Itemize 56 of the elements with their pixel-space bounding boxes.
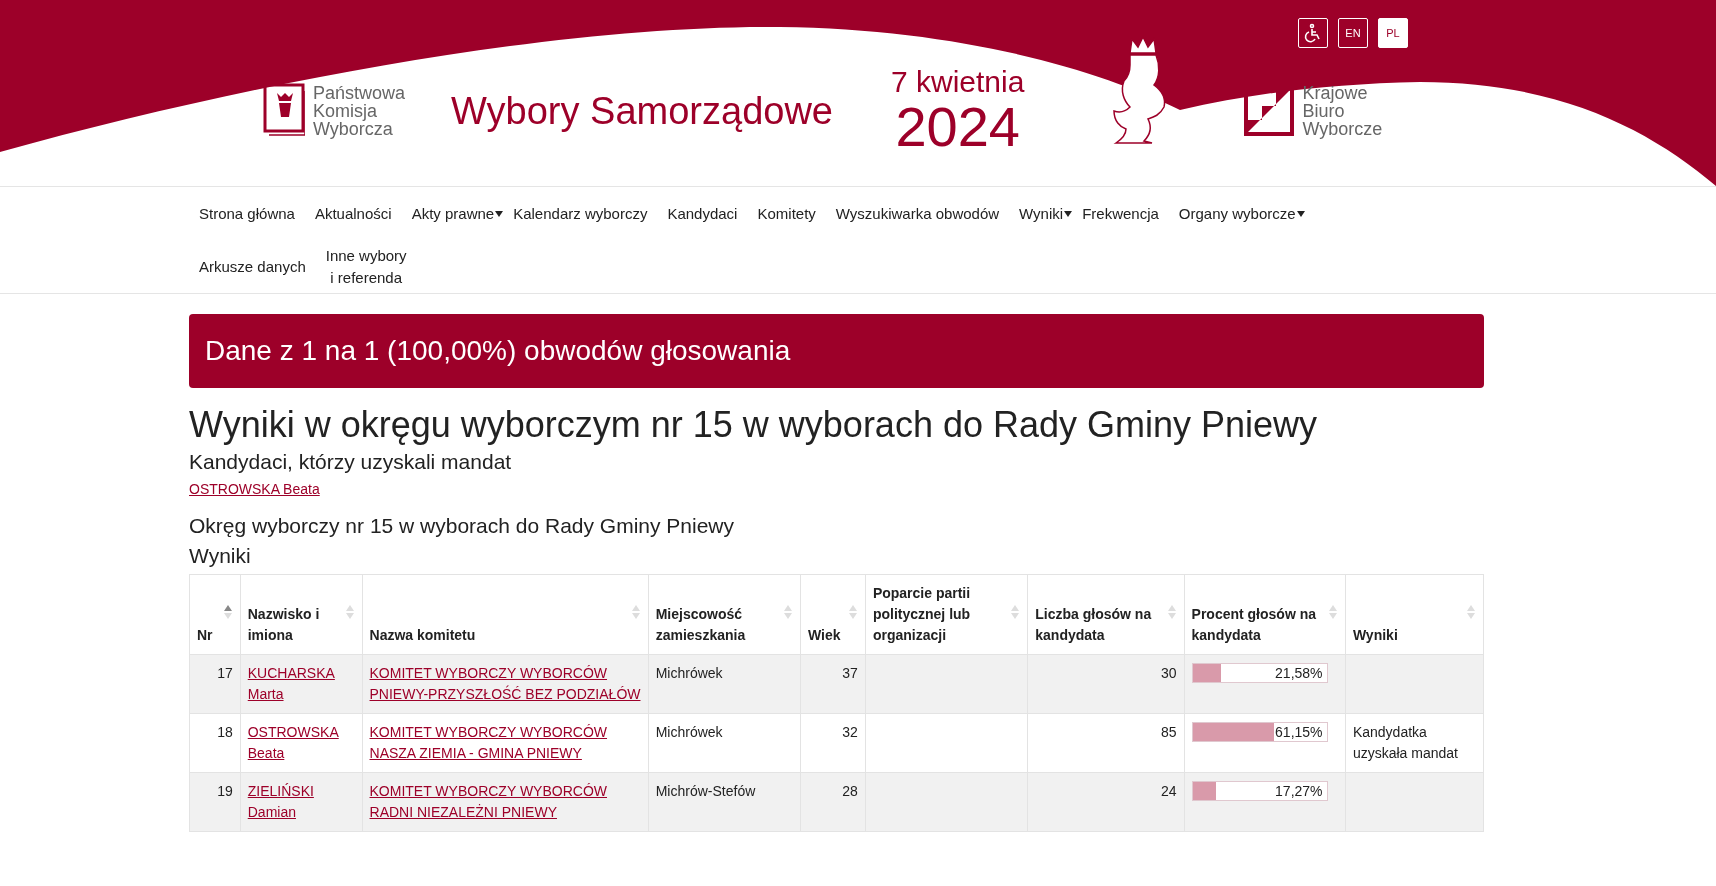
section-heading: Wyniki xyxy=(189,544,252,568)
column-header[interactable]: Procent głosów na kandydata xyxy=(1184,574,1346,655)
caret-icon xyxy=(495,210,504,217)
accessibility-button[interactable] xyxy=(1298,18,1328,48)
column-header[interactable]: Wiek xyxy=(800,574,866,655)
nav-link[interactable]: Wyniki xyxy=(1009,187,1073,240)
language-button[interactable]: EN xyxy=(1338,18,1368,48)
column-header[interactable]: Nazwisko i imiona xyxy=(240,574,362,655)
nav-link[interactable]: Arkusze danych xyxy=(189,240,316,293)
table-cell: 28 xyxy=(842,783,858,799)
table-cell: 19 xyxy=(217,783,233,799)
table-cell: Kandydatka uzyskała mandat xyxy=(1352,724,1458,761)
logo-text: Krajowe Biuro Wyborcze xyxy=(1302,84,1383,138)
section-heading: Okręg wyborczy nr 15 w wyborach do Rady Gminy Pniewy xyxy=(189,514,736,538)
table-cell: Michrówek xyxy=(655,665,723,681)
election-date: 7 kwietnia xyxy=(891,66,1025,98)
nav-link[interactable]: Kandydaci xyxy=(657,187,748,240)
page-title: Wybory Samorządowe xyxy=(451,89,833,133)
table-cell: 18 xyxy=(217,724,233,740)
nav-link[interactable]: Wyszukiwarka obwodów xyxy=(825,187,1010,240)
table-cell: 32 xyxy=(842,724,858,740)
table-cell: 30 xyxy=(1160,665,1177,681)
column-header[interactable]: Nr xyxy=(189,574,241,655)
results-banner: Dane z 1 na 1 (100,00%) obwodów głosowania xyxy=(189,314,1484,388)
nav-link[interactable]: Organy wyborcze xyxy=(1168,187,1305,240)
column-header[interactable]: Miejscowość zamieszkania xyxy=(648,574,801,655)
logo-text: Państwowa Komisja Wyborcza xyxy=(313,84,406,138)
table-cell: 17 xyxy=(217,665,233,681)
column-header[interactable]: Wyniki xyxy=(1345,574,1484,655)
election-commission-logo-icon xyxy=(263,83,305,139)
candidate-link[interactable]: OSTROWSKA Beata xyxy=(189,481,320,497)
table-cell: 85 xyxy=(1160,724,1177,740)
caret-icon xyxy=(1296,210,1305,217)
percent-value: 61,15% xyxy=(1275,723,1323,741)
nav-link[interactable]: Aktualności xyxy=(304,187,402,240)
percent-value: 17,27% xyxy=(1275,782,1323,800)
nav-link[interactable]: Kalendarz wyborczy xyxy=(503,187,658,240)
nav-link[interactable]: Akty prawne xyxy=(401,187,504,240)
column-header[interactable]: Liczba głosów na kandydata xyxy=(1027,574,1185,655)
percent-value: 21,58% xyxy=(1275,664,1323,682)
language-button[interactable]: PL xyxy=(1378,18,1408,48)
table-cell: Michrówek xyxy=(655,724,723,740)
accessibility-icon xyxy=(1303,23,1323,43)
nav-link[interactable]: Komitety xyxy=(747,187,826,240)
caret-icon xyxy=(1064,210,1073,217)
section-heading: Kandydaci, którzy uzyskali mandat xyxy=(189,450,513,474)
nav-link[interactable]: Frekwencja xyxy=(1072,187,1169,240)
column-header[interactable]: Nazwa komitetu xyxy=(362,574,649,655)
column-header[interactable]: Poparcie partii politycznej lub organizacji xyxy=(865,574,1028,655)
election-year: 2024 xyxy=(895,98,1020,156)
table-cell: Michrów-Stefów xyxy=(655,783,756,799)
table-cell: 37 xyxy=(842,665,858,681)
table-cell: 24 xyxy=(1160,783,1177,799)
nav-link[interactable]: Strona główna xyxy=(189,187,305,240)
page-heading: Wyniki w okręgu wyborczym nr 15 w wyborach do Rady Gminy Pniewy xyxy=(189,404,1319,446)
nav-link[interactable]: Inne wybory i referenda xyxy=(315,240,417,293)
